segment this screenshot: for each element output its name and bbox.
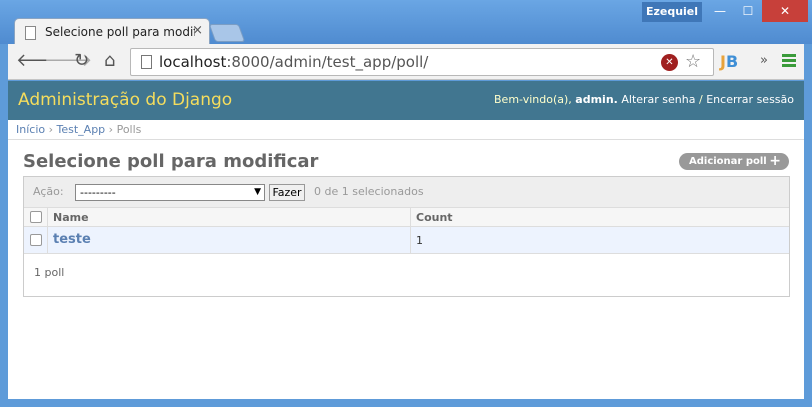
browser-window: Selecione poll para modificar × Ezequiel… (0, 0, 812, 407)
row-name-link[interactable]: teste (53, 232, 91, 247)
jb-extension-icon[interactable]: JB (720, 52, 738, 71)
username: admin (575, 93, 614, 106)
plus-icon: + (769, 153, 781, 169)
browser-toolbar: 🡐 🡒 ↻ ⌂ localhost:8000/admin/test_app/po… (8, 44, 804, 80)
breadcrumb-current: Polls (116, 123, 142, 136)
breadcrumb-home[interactable]: Início (16, 123, 45, 136)
reload-icon[interactable]: ↻ (74, 51, 89, 71)
minimize-button[interactable]: — (706, 0, 734, 22)
title-bar: Selecione poll para modificar × Ezequiel… (0, 0, 812, 46)
add-poll-button[interactable]: Adicionar poll + (679, 153, 789, 170)
page-content: Administração do Django Bem-vindo(a), ad… (8, 81, 804, 399)
changelist: Ação: --------- ▼ Fazer 0 de 1 seleciona… (23, 176, 790, 297)
action-select[interactable]: --------- ▼ (75, 184, 265, 201)
welcome-text: Bem-vindo(a), (494, 93, 572, 106)
logout-link[interactable]: Encerrar sessão (706, 93, 794, 106)
home-icon[interactable]: ⌂ (104, 51, 115, 71)
new-tab-button[interactable] (208, 24, 246, 42)
page-icon (141, 55, 152, 69)
action-selected-option: --------- (80, 186, 116, 199)
column-divider (47, 208, 48, 227)
column-header-count[interactable]: Count (416, 211, 453, 224)
actions-bar: Ação: --------- ▼ Fazer 0 de 1 seleciona… (24, 177, 789, 208)
url-path: :8000/admin/test_app/poll/ (226, 53, 429, 71)
table-row: teste 1 (24, 227, 789, 254)
add-poll-label: Adicionar poll (689, 156, 767, 167)
user-tools: Bem-vindo(a), admin. Alterar senha / Enc… (494, 93, 794, 106)
url-host: localhost (159, 53, 227, 71)
column-divider (410, 227, 411, 254)
breadcrumb: Início › Test_App › Polls (8, 120, 804, 140)
breadcrumb-app[interactable]: Test_App (57, 123, 106, 136)
page-favicon-icon (25, 26, 36, 40)
selection-counter: 0 de 1 selecionados (314, 185, 424, 198)
site-branding[interactable]: Administração do Django (18, 90, 232, 110)
tab-title: Selecione poll para modificar (45, 25, 195, 39)
extensions-overflow-icon[interactable]: » (760, 53, 768, 68)
dropdown-arrow-icon: ▼ (254, 187, 261, 197)
url-text[interactable]: localhost:8000/admin/test_app/poll/ (159, 53, 428, 71)
menu-icon[interactable] (782, 54, 796, 68)
user-tools-separator: / (699, 93, 703, 106)
jb-b: B (725, 52, 739, 71)
action-label: Ação: (33, 185, 64, 198)
tab-close-icon[interactable]: × (192, 23, 203, 38)
column-divider (410, 208, 411, 227)
blocked-icon[interactable]: ✕ (661, 54, 678, 71)
change-password-link[interactable]: Alterar senha (621, 93, 695, 106)
breadcrumb-sep: › (48, 123, 54, 136)
row-checkbox[interactable] (30, 234, 42, 246)
paginator: 1 poll (34, 266, 65, 279)
table-header: Name Count (24, 208, 789, 227)
star-icon[interactable]: ☆ (685, 51, 701, 72)
breadcrumb-sep: › (108, 123, 114, 136)
admin-header: Administração do Django Bem-vindo(a), ad… (8, 81, 804, 120)
column-header-name[interactable]: Name (53, 211, 89, 224)
maximize-button[interactable]: ☐ (734, 0, 762, 22)
row-count: 1 (416, 234, 423, 247)
address-bar[interactable]: localhost:8000/admin/test_app/poll/ ✕ ☆ (130, 48, 714, 76)
close-window-button[interactable]: ✕ (762, 0, 808, 22)
browser-tab[interactable]: Selecione poll para modificar × (14, 18, 210, 46)
profile-badge[interactable]: Ezequiel (642, 2, 702, 22)
go-button[interactable]: Fazer (269, 184, 305, 201)
column-divider (47, 227, 48, 254)
page-title: Selecione poll para modificar (23, 151, 319, 172)
select-all-checkbox[interactable] (30, 211, 42, 223)
